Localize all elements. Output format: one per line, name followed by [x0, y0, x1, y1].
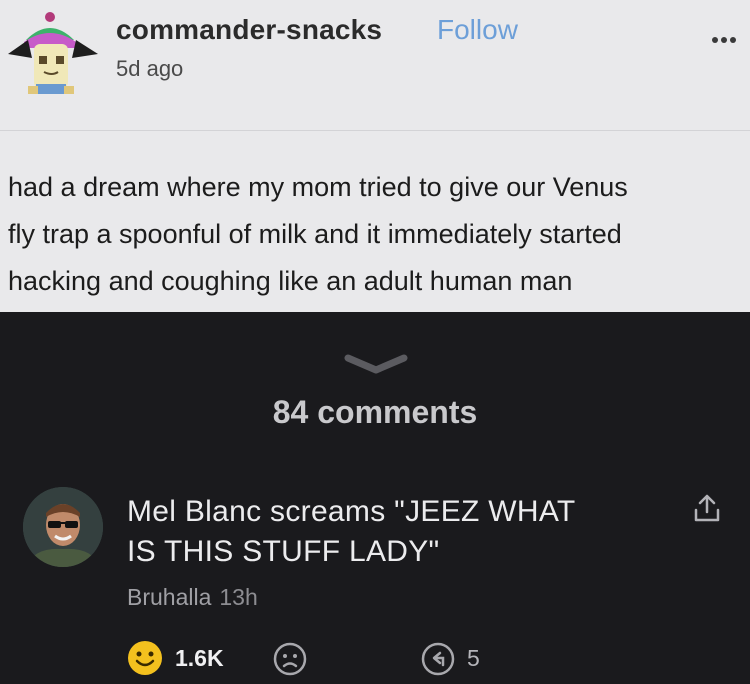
post-text-line: hacking and coughing like an adult human…: [8, 266, 573, 296]
post-text-line: fly trap a spoonful of milk and it immed…: [8, 219, 622, 249]
comment-time: 13h: [219, 584, 258, 610]
post-card: commander-snacks Follow 5d ago had a dre…: [0, 0, 750, 312]
post-header: commander-snacks Follow 5d ago: [0, 0, 750, 130]
follow-button[interactable]: Follow: [437, 14, 518, 46]
smile-count: 1.6K: [175, 645, 224, 671]
share-icon[interactable]: [692, 492, 722, 524]
post-text-line: had a dream where my mom tried to give o…: [8, 172, 628, 202]
comment-text-line: IS THIS STUFF LADY": [127, 535, 440, 568]
smile-reaction-icon[interactable]: [127, 640, 163, 676]
post-timestamp: 5d ago: [116, 56, 184, 81]
reaction-bar: 1.6K 5: [127, 640, 527, 676]
more-options-icon[interactable]: [712, 30, 748, 50]
chevron-down-icon[interactable]: [342, 350, 410, 378]
comment-author[interactable]: Bruhalla: [127, 584, 211, 610]
comment-text-line: Mel Blanc screams "JEEZ WHAT: [127, 495, 576, 528]
comment-meta: Bruhalla 13h: [127, 584, 258, 611]
post-body: had a dream where my mom tried to give o…: [8, 164, 748, 305]
poster-avatar[interactable]: [6, 10, 102, 96]
comments-count[interactable]: 84 comments: [0, 394, 750, 431]
comment-text: Mel Blanc screams "JEEZ WHAT IS THIS STU…: [127, 492, 647, 572]
frown-reaction-icon[interactable]: [273, 642, 307, 676]
commenter-avatar[interactable]: [23, 487, 103, 567]
reply-icon[interactable]: [421, 642, 455, 676]
header-divider: [0, 130, 750, 131]
poster-username[interactable]: commander-snacks: [116, 14, 382, 46]
replies-count[interactable]: 5: [467, 645, 480, 672]
